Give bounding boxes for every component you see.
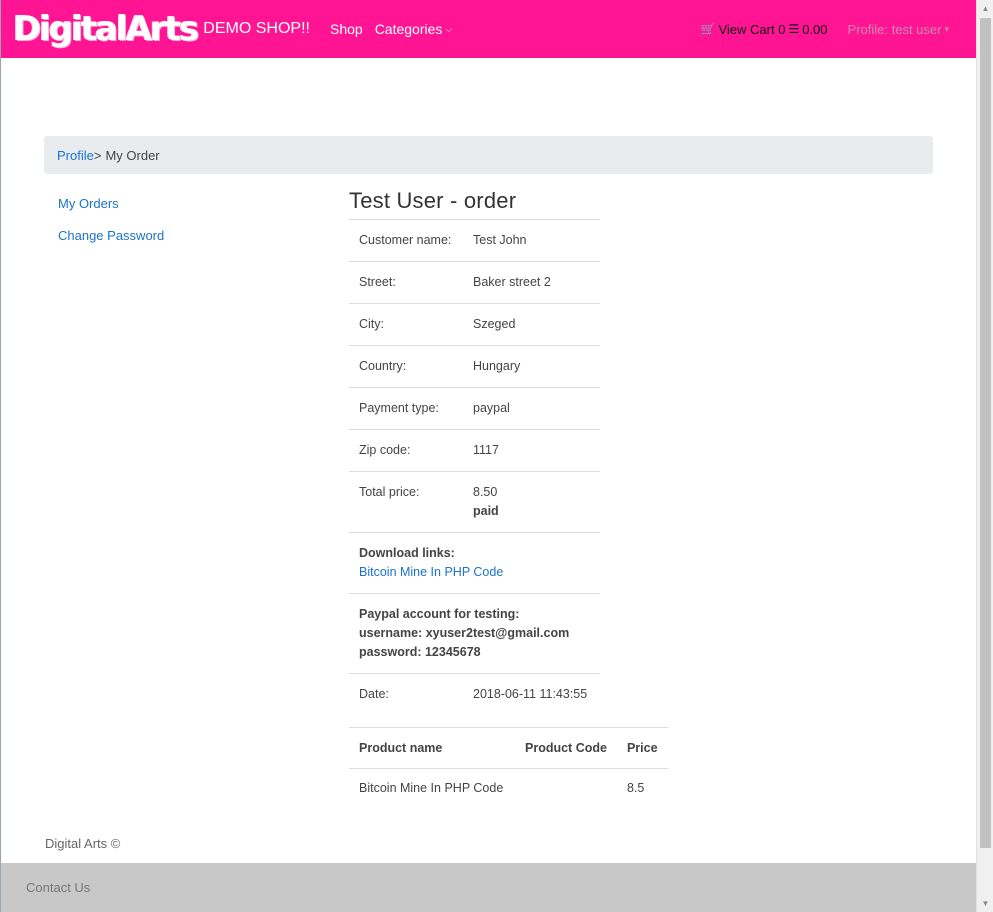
table-header-row: Product name Product Code Price [349,727,668,769]
profile-dropdown[interactable]: Profile: test user ▾ [848,22,949,37]
chevron-down-icon: ⌵ [445,23,453,34]
brand-text-link[interactable]: DEMO SHOP!! [203,20,310,38]
sidebar-item-my-orders[interactable]: My Orders [58,196,164,212]
table-row: Download links: Bitcoin Mine In PHP Code [349,532,600,594]
products-table: Product name Product Code Price Bitcoin … [349,727,668,808]
order-info-table: Customer name: Test John Street: Baker s… [349,219,600,715]
total-price-value: 8.50 [473,485,498,499]
table-row: Country: Hungary [349,345,600,388]
table-row: Street: Baker street 2 [349,261,600,304]
cart-icon: 🛒 [700,22,716,36]
product-price-cell: 8.5 [626,781,645,795]
street-value: Baker street 2 [463,261,600,304]
product-code-header: Product Code [515,727,617,769]
order-details: Test User - order Customer name: Test Jo… [349,188,668,808]
table-row: City: Szeged [349,303,600,346]
paypal-password: password: 12345678 [359,645,481,659]
product-name-header: Product name [349,727,515,769]
table-row: Paypal account for testing: username: xy… [349,593,600,674]
page-title: Test User - order [349,188,517,213]
customer-name-label: Customer name: [349,219,463,262]
caret-down-icon: ▾ [944,23,949,34]
nav-right: 🛒 View Cart 0 ☰ 0.00 Profile: test user … [701,0,949,58]
country-value: Hungary [463,345,600,388]
view-cart-link[interactable]: 🛒 View Cart 0 ☰ 0.00 [701,22,828,37]
payment-type-label: Payment type: [349,387,463,430]
table-row: Date: 2018-06-11 11:43:55 [349,673,600,715]
categories-label: Categories [374,21,443,37]
total-price-label: Total price: [349,471,463,533]
profile-label: Profile: test user [847,21,942,37]
breadcrumb-profile-link[interactable]: Profile [57,148,94,163]
price-header: Price [616,727,668,769]
sidebar-item-change-password[interactable]: Change Password [58,228,164,244]
profile-sidebar: My Orders Change Password [58,196,164,260]
scrollbar-thumb[interactable] [980,18,991,848]
city-label: City: [349,303,463,346]
brand-logo[interactable]: DigitalArts [13,12,199,46]
contact-us-link[interactable]: Contact Us [26,880,90,895]
table-row: Total price: 8.50 paid [349,471,600,533]
cart-label: View Cart 0 [718,21,786,37]
scroll-down-arrow-icon[interactable]: ▼ [980,898,991,909]
paypal-username: username: xyuser2test@gmail.com [359,626,570,640]
nav-categories-dropdown[interactable]: Categories ⌵ [375,21,453,37]
total-price-cell: 8.50 paid [463,471,600,533]
download-links-cell: Download links: Bitcoin Mine In PHP Code [349,532,600,594]
footer-bar: Contact Us [1,863,976,912]
date-label: Date: [349,673,463,715]
table-row: Customer name: Test John [349,219,600,262]
zip-code-value: 1117 [463,429,600,472]
breadcrumb-current: My Order [105,147,160,163]
table-row: Zip code: 1117 [349,429,600,472]
street-label: Street: [349,261,463,304]
zip-code-label: Zip code: [349,429,463,472]
breadcrumb: Profile > My Order [44,136,933,174]
breadcrumb-separator: > [93,147,102,163]
table-row: Bitcoin Mine In PHP Code 8.5 [349,769,668,809]
payment-type-value: paypal [463,387,600,430]
footer-copyright: Digital Arts © [45,836,121,851]
cart-total: 0.00 [802,21,828,37]
paypal-title: Paypal account for testing: [359,607,520,621]
city-value: Szeged [463,303,600,346]
download-links-label: Download links: [359,546,455,560]
navbar: DigitalArts DEMO SHOP!! Shop Categories … [1,0,976,58]
list-icon: ☰ [788,22,800,36]
customer-name-value: Test John [463,219,600,262]
date-value: 2018-06-11 11:43:55 [463,673,600,715]
vertical-scrollbar[interactable]: ▲ ▼ [976,0,993,912]
download-link[interactable]: Bitcoin Mine In PHP Code [359,565,503,579]
scroll-up-arrow-icon[interactable]: ▲ [980,3,991,14]
product-code-cell [515,769,617,809]
product-name-cell: Bitcoin Mine In PHP Code [359,781,504,795]
country-label: Country: [349,345,463,388]
paypal-test-account-cell: Paypal account for testing: username: xy… [349,593,600,674]
table-row: Payment type: paypal [349,387,600,430]
nav-shop-link[interactable]: Shop [330,21,363,37]
payment-status: paid [473,504,499,518]
